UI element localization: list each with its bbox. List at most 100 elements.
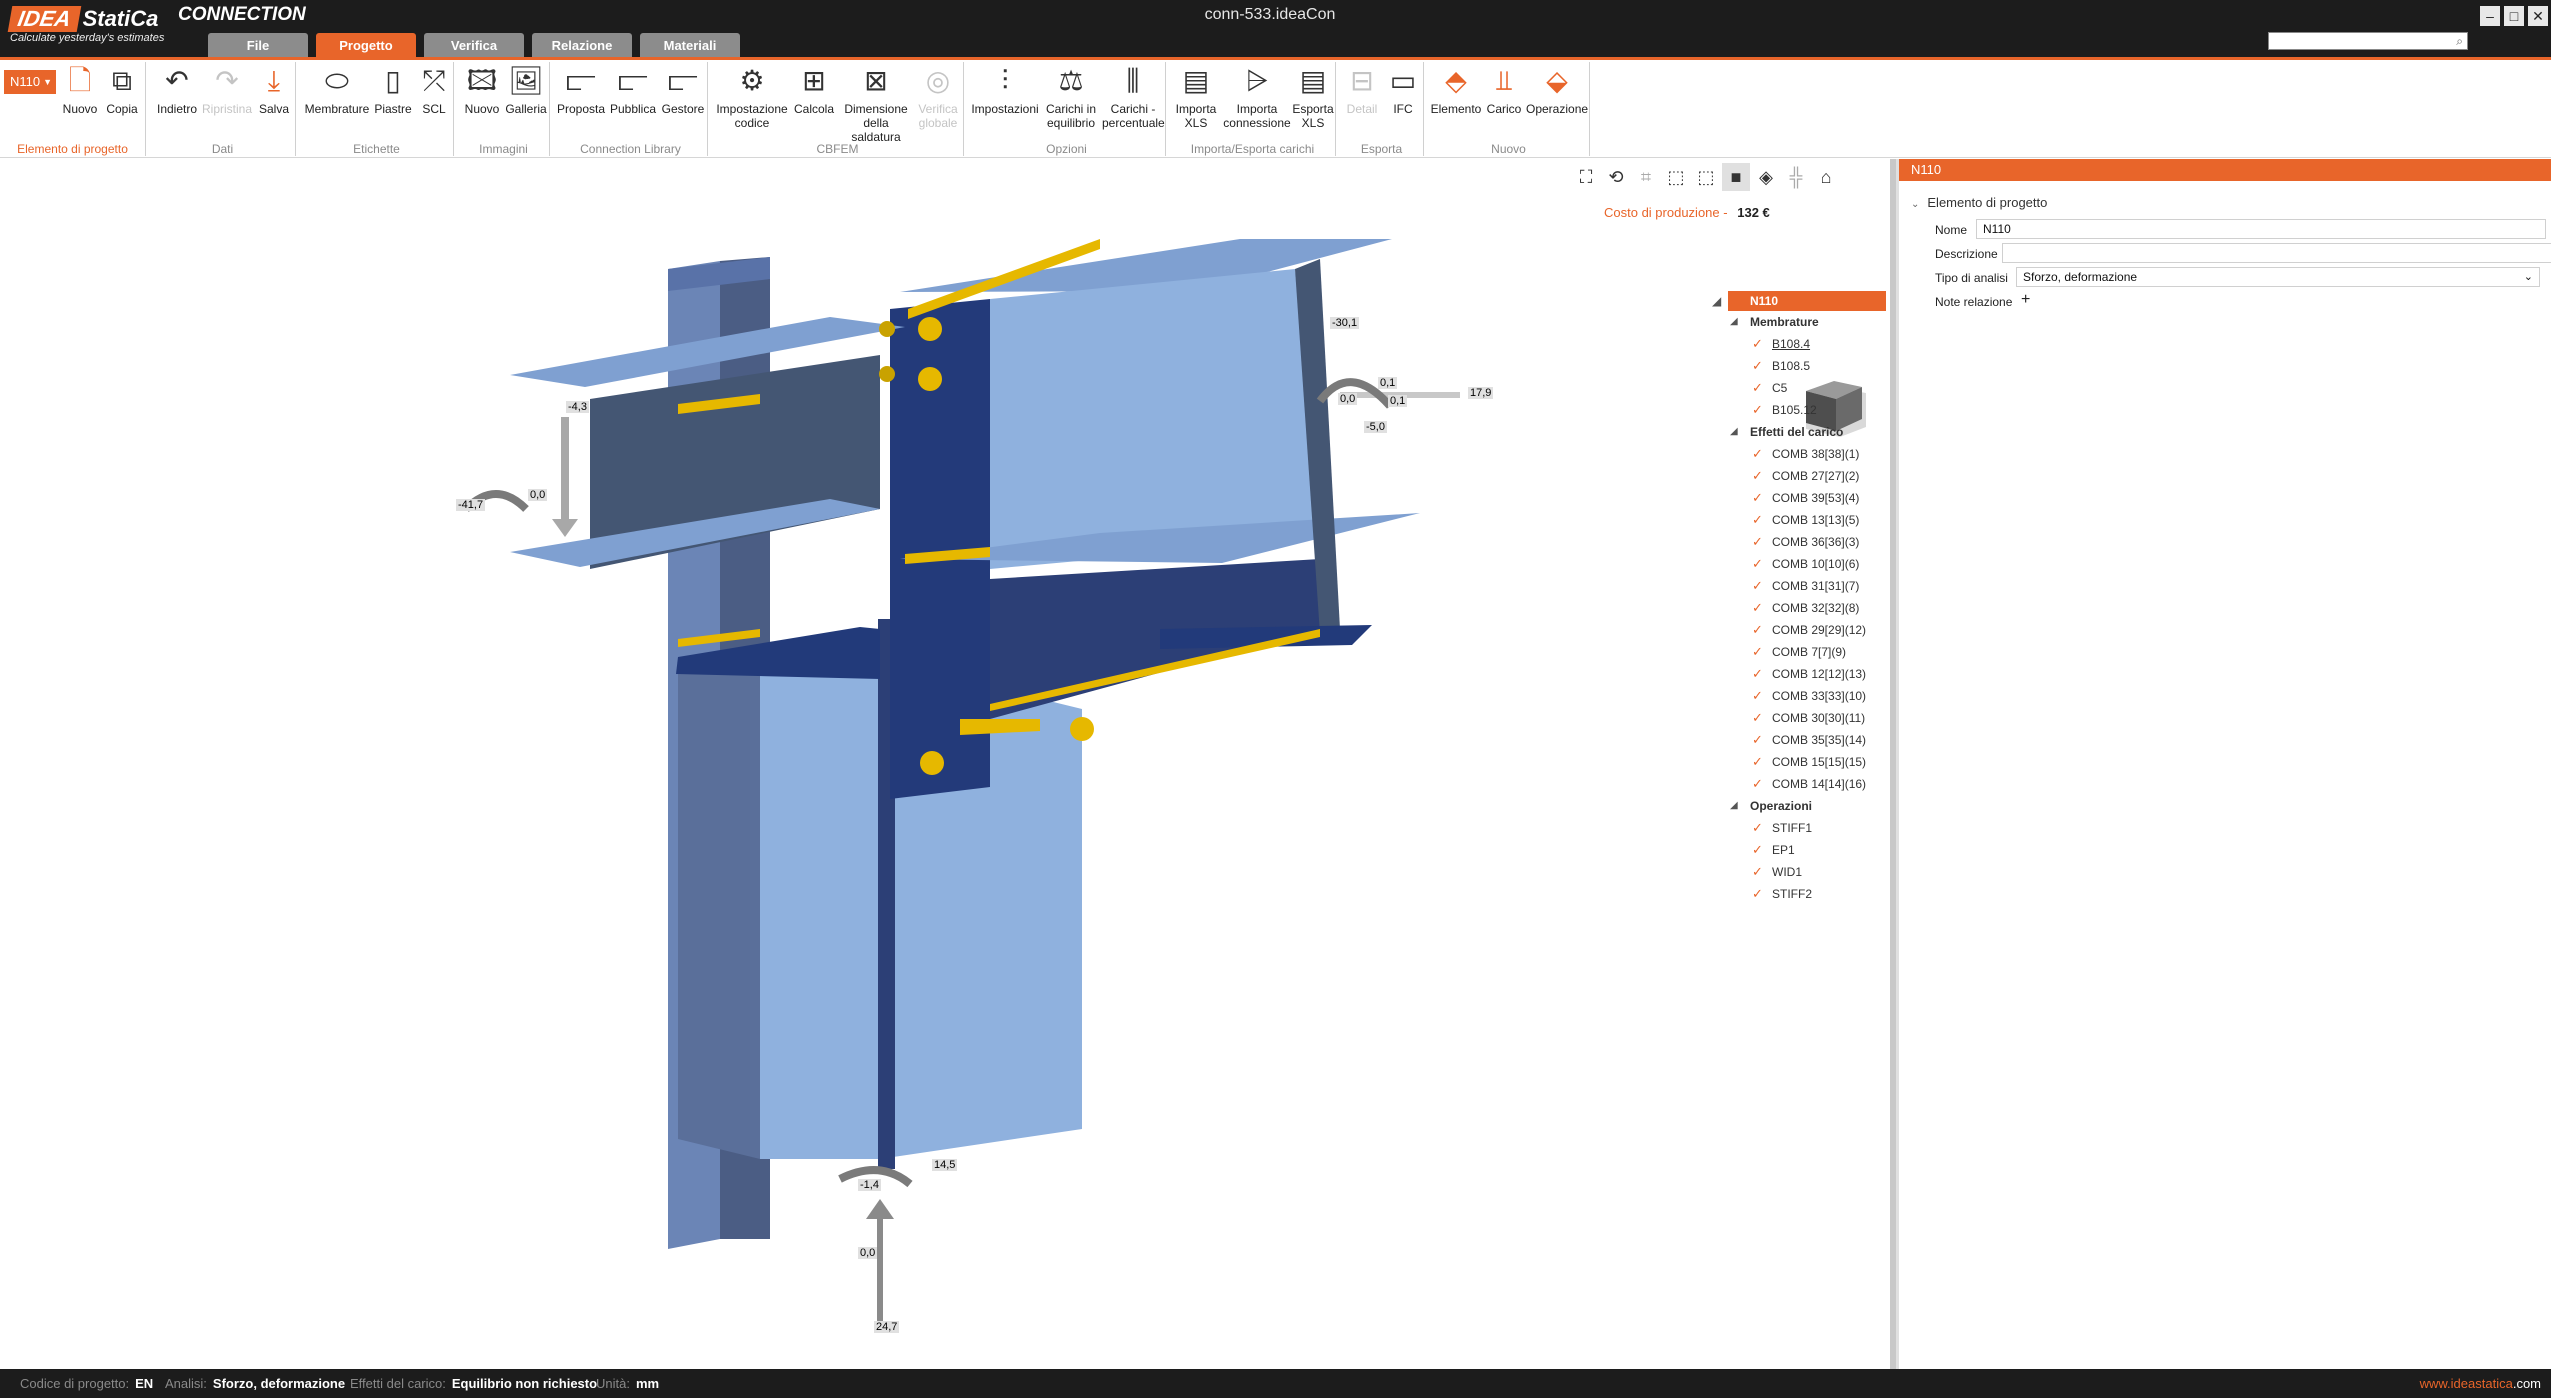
tree-item-load[interactable]: ✓ COMB 12[12](13) bbox=[1706, 663, 1886, 685]
checkbox-checked-icon[interactable]: ✓ bbox=[1752, 403, 1765, 416]
description-field[interactable] bbox=[2002, 243, 2551, 263]
tab-file[interactable]: File bbox=[208, 33, 308, 58]
checkbox-checked-icon[interactable]: ✓ bbox=[1752, 337, 1765, 350]
checkbox-checked-icon[interactable]: ✓ bbox=[1752, 447, 1765, 460]
tree-item-load[interactable]: ✓ COMB 33[33](10) bbox=[1706, 685, 1886, 707]
checkbox-checked-icon[interactable]: ✓ bbox=[1752, 755, 1765, 768]
scl-button[interactable]: ⤱ SCL bbox=[416, 64, 452, 116]
tree-item-load[interactable]: ✓ COMB 38[38](1) bbox=[1706, 443, 1886, 465]
new-element-button[interactable]: ⬘ Elemento bbox=[1430, 64, 1482, 116]
equilibrium-button[interactable]: ⚖ Carichi in equilibrio bbox=[1042, 64, 1100, 130]
weld-sizing-button[interactable]: ⊠ Dimensione della saldatura bbox=[838, 64, 914, 144]
tree-item-operation[interactable]: ✓ WID1 bbox=[1706, 861, 1886, 883]
website-link[interactable]: www.ideastatica.com bbox=[2420, 1369, 2541, 1398]
checkbox-checked-icon[interactable]: ✓ bbox=[1752, 645, 1765, 658]
solid-icon[interactable]: ■ bbox=[1722, 163, 1750, 191]
members-label-button[interactable]: ⬭ Membrature bbox=[304, 64, 370, 116]
tab-materiali[interactable]: Materiali bbox=[640, 33, 740, 58]
add-note-icon[interactable]: + bbox=[2021, 291, 2030, 309]
transparent-icon[interactable]: ⬚ bbox=[1692, 163, 1720, 191]
checkbox-checked-icon[interactable]: ✓ bbox=[1752, 381, 1765, 394]
tree-item-operation[interactable]: ✓ STIFF1 bbox=[1706, 817, 1886, 839]
checkbox-checked-icon[interactable]: ✓ bbox=[1752, 689, 1765, 702]
undo-button[interactable]: ↶ Indietro bbox=[154, 64, 200, 116]
checkbox-checked-icon[interactable]: ✓ bbox=[1752, 491, 1765, 504]
checkbox-checked-icon[interactable]: ✓ bbox=[1752, 557, 1765, 570]
tree-group-members[interactable]: ◢ Membrature bbox=[1706, 311, 1886, 333]
tree-root-node[interactable]: ◢ N110 bbox=[1712, 291, 1886, 311]
tab-progetto[interactable]: Progetto bbox=[316, 33, 416, 58]
name-field[interactable]: N110 bbox=[1976, 219, 2546, 239]
connection-model[interactable] bbox=[0, 159, 1600, 1369]
checkbox-checked-icon[interactable]: ✓ bbox=[1752, 733, 1765, 746]
redo-button[interactable]: ↷ Ripristina bbox=[202, 64, 252, 116]
checkbox-checked-icon[interactable]: ✓ bbox=[1752, 513, 1765, 526]
detail-export-button[interactable]: ⊟ Detail bbox=[1342, 64, 1382, 116]
tab-verifica[interactable]: Verifica bbox=[424, 33, 524, 58]
analysis-type-select[interactable]: Sforzo, deformazione ⌄ bbox=[2016, 267, 2540, 287]
tree-item-load[interactable]: ✓ COMB 27[27](2) bbox=[1706, 465, 1886, 487]
tree-item-load[interactable]: ✓ COMB 10[10](6) bbox=[1706, 553, 1886, 575]
rotate-view-icon[interactable]: ⟲ bbox=[1602, 163, 1630, 191]
checkbox-checked-icon[interactable]: ✓ bbox=[1752, 887, 1765, 900]
manager-button[interactable]: ⫍ Gestore bbox=[660, 64, 706, 116]
tree-item-member[interactable]: ✓ B105.12 bbox=[1706, 399, 1886, 421]
tree-item-operation[interactable]: ✓ EP1 bbox=[1706, 839, 1886, 861]
tree-item-load[interactable]: ✓ COMB 15[15](15) bbox=[1706, 751, 1886, 773]
ifc-export-button[interactable]: ▭ IFC bbox=[1384, 64, 1422, 116]
settings-button[interactable]: ⫶ Impostazioni bbox=[970, 64, 1040, 116]
calculate-button[interactable]: ⊞ Calcola bbox=[792, 64, 836, 116]
export-xls-button[interactable]: ▤ Esporta XLS bbox=[1292, 64, 1334, 130]
publish-button[interactable]: ⫍ Pubblica bbox=[608, 64, 658, 116]
tree-item-load[interactable]: ✓ COMB 29[29](12) bbox=[1706, 619, 1886, 641]
checkbox-checked-icon[interactable]: ✓ bbox=[1752, 777, 1765, 790]
plates-label-button[interactable]: ▯ Piastre bbox=[372, 64, 414, 116]
tree-item-load[interactable]: ✓ COMB 13[13](5) bbox=[1706, 509, 1886, 531]
tree-item-load[interactable]: ✓ COMB 36[36](3) bbox=[1706, 531, 1886, 553]
checkbox-checked-icon[interactable]: ✓ bbox=[1752, 843, 1765, 856]
tree-item-member[interactable]: ✓ B108.4 bbox=[1706, 333, 1886, 355]
checkbox-checked-icon[interactable]: ✓ bbox=[1752, 667, 1765, 680]
checkbox-checked-icon[interactable]: ✓ bbox=[1752, 623, 1765, 636]
percentage-button[interactable]: ⫼ Carichi - percentuale bbox=[1102, 64, 1165, 130]
copy-item-button[interactable]: ⧉ Copia bbox=[102, 64, 142, 116]
checkbox-checked-icon[interactable]: ✓ bbox=[1752, 711, 1765, 724]
project-item-select[interactable]: N110 ▼ bbox=[4, 70, 56, 94]
code-setup-button[interactable]: ⚙ Impostazione codice bbox=[714, 64, 790, 130]
checkbox-checked-icon[interactable]: ✓ bbox=[1752, 865, 1765, 878]
import-connection-button[interactable]: ⩥ Importa connessione bbox=[1222, 64, 1292, 130]
gallery-button[interactable]: 🖼 Galleria bbox=[504, 64, 548, 116]
maximize-button[interactable]: □ bbox=[2504, 6, 2524, 26]
tab-relazione[interactable]: Relazione bbox=[532, 33, 632, 58]
new-image-button[interactable]: 🖾 Nuovo bbox=[460, 64, 504, 116]
tree-item-operation[interactable]: ✓ STIFF2 bbox=[1706, 883, 1886, 905]
grid-icon[interactable]: ╬ bbox=[1782, 163, 1810, 191]
checkbox-checked-icon[interactable]: ✓ bbox=[1752, 469, 1765, 482]
tree-item-load[interactable]: ✓ COMB 32[32](8) bbox=[1706, 597, 1886, 619]
minimize-button[interactable]: – bbox=[2480, 6, 2500, 26]
checkbox-checked-icon[interactable]: ✓ bbox=[1752, 821, 1765, 834]
tree-item-load[interactable]: ✓ COMB 35[35](14) bbox=[1706, 729, 1886, 751]
close-button[interactable]: ✕ bbox=[2528, 6, 2548, 26]
checkbox-checked-icon[interactable]: ✓ bbox=[1752, 579, 1765, 592]
tree-group-loads[interactable]: ◢ Effetti del carico bbox=[1706, 421, 1886, 443]
home-view-icon[interactable]: ⌂ bbox=[1812, 163, 1840, 191]
checkbox-checked-icon[interactable]: ✓ bbox=[1752, 359, 1765, 372]
import-xls-button[interactable]: ▤ Importa XLS bbox=[1172, 64, 1220, 130]
tree-item-load[interactable]: ✓ COMB 30[30](11) bbox=[1706, 707, 1886, 729]
3d-viewport[interactable]: ⛶ ⟲ ⌗ ⬚ ⬚ ■ ◈ ╬ ⌂ Costo di produzione - … bbox=[0, 159, 1890, 1369]
tree-item-member[interactable]: ✓ B108.5 bbox=[1706, 355, 1886, 377]
new-item-button[interactable]: 🗋 Nuovo bbox=[60, 64, 100, 116]
new-operation-button[interactable]: ⬙ Operazione bbox=[1526, 64, 1588, 116]
checkbox-checked-icon[interactable]: ✓ bbox=[1752, 535, 1765, 548]
tree-item-load[interactable]: ✓ COMB 14[14](16) bbox=[1706, 773, 1886, 795]
tree-item-load[interactable]: ✓ COMB 7[7](9) bbox=[1706, 641, 1886, 663]
wireframe-icon[interactable]: ⬚ bbox=[1662, 163, 1690, 191]
plate-view-icon[interactable]: ◈ bbox=[1752, 163, 1780, 191]
tree-group-operations[interactable]: ◢ Operazioni bbox=[1706, 795, 1886, 817]
search-input[interactable]: ⌕ bbox=[2268, 32, 2468, 50]
checkbox-checked-icon[interactable]: ✓ bbox=[1752, 601, 1765, 614]
global-check-button[interactable]: ◎ Verifica globale bbox=[914, 64, 962, 130]
tree-item-load[interactable]: ✓ COMB 31[31](7) bbox=[1706, 575, 1886, 597]
proposal-button[interactable]: ⫍ Proposta bbox=[556, 64, 606, 116]
